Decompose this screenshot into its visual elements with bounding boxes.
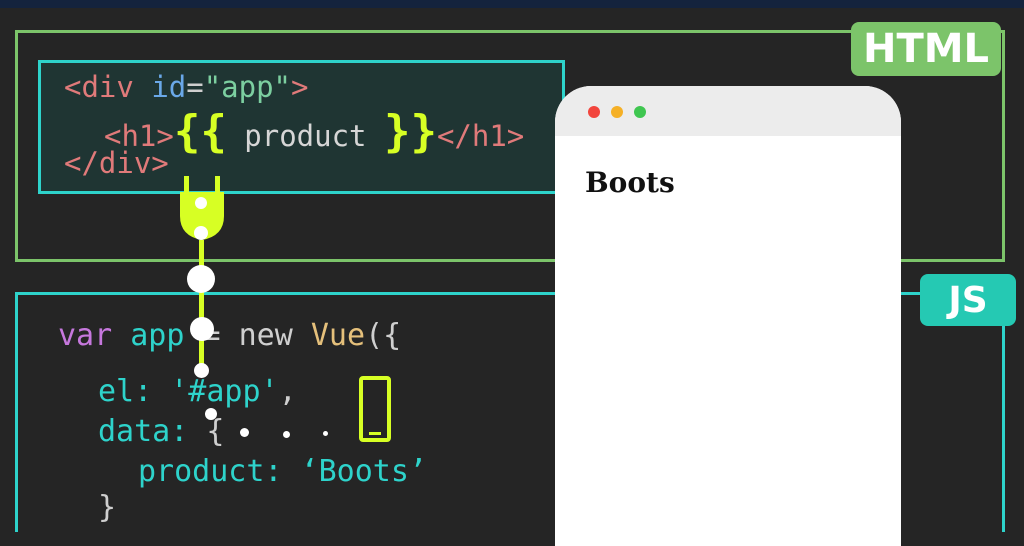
close-window-button[interactable] [588,106,600,118]
connector-dot [194,226,208,240]
product-value: ‘Boots’ [300,454,427,489]
plug-cable [199,240,204,370]
js-code-line-2: el: '#app', [98,374,297,409]
tag-close: > [291,70,309,104]
vue-class: Vue [310,318,366,353]
el-property: el: [98,374,153,409]
js-code-line-5: } [98,490,116,525]
comma: , [278,374,297,409]
new-keyword: new [238,318,293,353]
data-property: data: [98,414,189,449]
el-value: '#app' [170,374,279,409]
browser-title-bar [555,86,901,136]
app-variable: app [130,318,185,353]
js-badge: JS [920,274,1016,326]
js-code-line-4: product: ‘Boots’ [138,454,427,489]
data-flow-dot [205,408,217,420]
js-code-line-3: data: { [98,414,224,449]
equals-sign: = [186,70,204,104]
data-flow-dot [283,431,290,438]
rendered-heading: Boots [585,166,675,199]
id-value: "app" [203,70,292,104]
connector-dot [190,317,214,341]
connector-dot [194,363,209,378]
data-close-brace: } [98,490,117,525]
minimize-window-button[interactable] [611,106,623,118]
html-code-line-1: <div id="app"> [64,70,308,104]
mustache-close: }} [383,106,437,157]
connector-dot [195,197,207,209]
mobile-phone-icon [359,376,391,442]
product-property: product: [138,454,283,489]
html-badge: HTML [851,22,1001,76]
div-close-tag: </div> [64,146,169,180]
maximize-window-button[interactable] [634,106,646,118]
data-flow-dot [240,428,249,437]
h1-close-tag: </h1> [436,119,525,153]
open-paren-brace: ({ [365,318,402,353]
top-bar [0,0,1024,8]
id-attr: id [151,70,187,104]
var-keyword: var [58,318,113,353]
data-flow-dot [323,431,328,436]
html-code-line-3: </div> [64,146,169,180]
js-code-line-1: var app = new Vue({ [58,318,401,353]
mustache-open: {{ [173,106,227,157]
data-open-brace: { [188,414,225,449]
div-open-tag: <div [64,70,134,104]
browser-window: Boots [555,86,901,546]
product-expression: product [226,119,384,153]
connector-dot [187,265,215,293]
